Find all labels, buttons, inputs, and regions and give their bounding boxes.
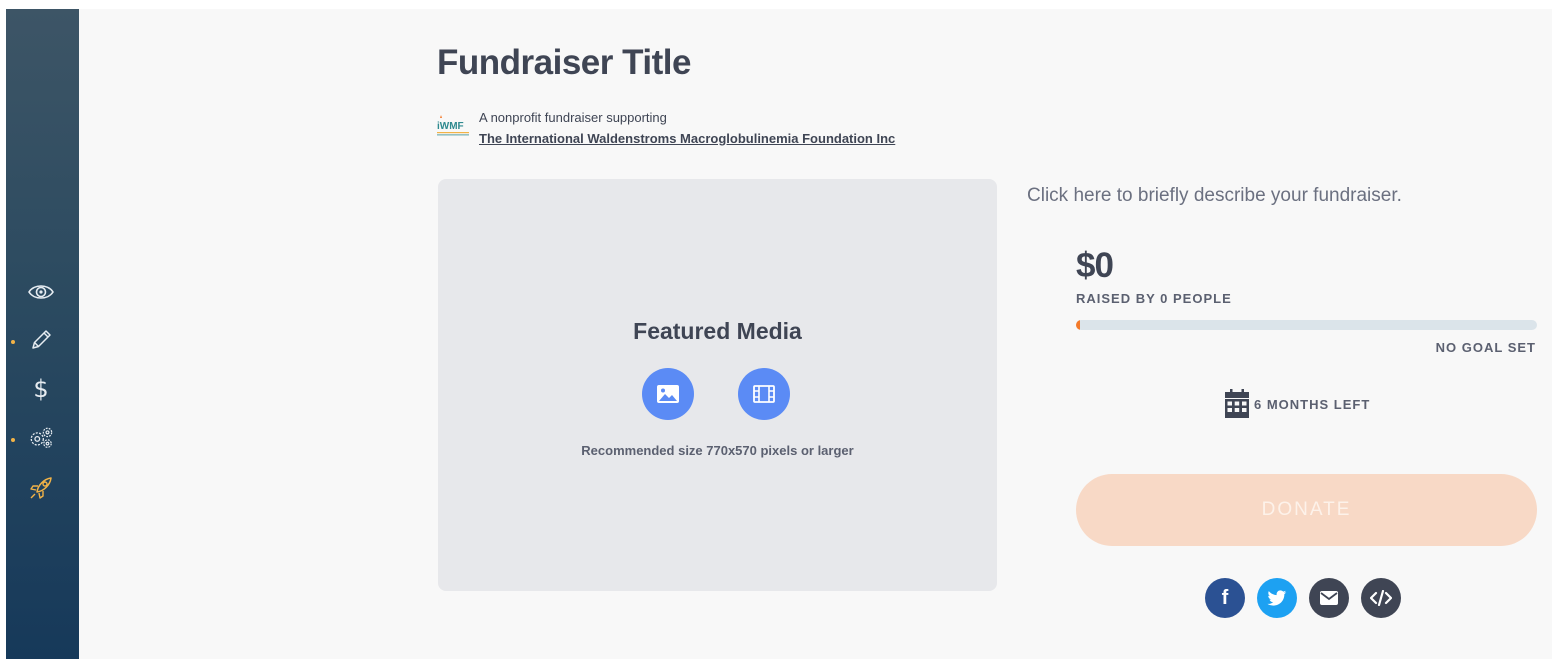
share-email-button[interactable] xyxy=(1309,578,1349,618)
sidebar-item-edit[interactable] xyxy=(28,327,54,353)
svg-text:iWMF: iWMF xyxy=(437,121,464,132)
add-video-button[interactable] xyxy=(738,368,790,420)
donate-button[interactable]: DONATE xyxy=(1076,474,1537,546)
twitter-icon xyxy=(1267,589,1287,606)
goal-status: NO GOAL SET xyxy=(1435,340,1536,355)
org-subtitle: A nonprofit fundraiser supporting xyxy=(479,110,667,125)
sidebar-item-settings-indicator xyxy=(11,438,15,442)
fundraiser-title[interactable]: Fundraiser Title xyxy=(437,43,691,83)
sidebar-item-donations[interactable]: $ xyxy=(28,375,54,403)
film-icon xyxy=(753,385,775,403)
featured-media-area[interactable]: Featured Media Recommended size 770x570 … xyxy=(438,179,997,591)
add-image-button[interactable] xyxy=(642,368,694,420)
media-size-note: Recommended size 770x570 pixels or large… xyxy=(581,443,854,458)
time-left-text: 6 MONTHS LEFT xyxy=(1254,396,1371,412)
gears-icon xyxy=(30,427,53,448)
sidebar-item-preview[interactable] xyxy=(28,279,54,305)
embed-code-icon xyxy=(1370,590,1392,606)
image-icon xyxy=(657,385,679,403)
sidebar: $ xyxy=(6,9,79,659)
share-twitter-button[interactable] xyxy=(1257,578,1297,618)
share-facebook-button[interactable]: f xyxy=(1205,578,1245,618)
progress-bar xyxy=(1076,320,1537,330)
progress-bar-fill xyxy=(1076,320,1080,330)
sidebar-item-edit-indicator xyxy=(11,340,15,344)
share-embed-button[interactable] xyxy=(1361,578,1401,618)
email-icon xyxy=(1320,591,1338,605)
sidebar-item-launch[interactable] xyxy=(28,475,54,501)
org-logo: iWMF xyxy=(437,115,471,137)
pencil-icon xyxy=(32,330,51,349)
raised-amount: $0 xyxy=(1076,246,1114,285)
fundraiser-description[interactable]: Click here to briefly describe your fund… xyxy=(1027,185,1402,207)
eye-icon xyxy=(28,285,54,299)
sidebar-item-settings[interactable] xyxy=(28,425,54,451)
main-content: Fundraiser Title iWMF A nonprofit fundra… xyxy=(79,9,1552,659)
raised-by-count: RAISED BY 0 PEOPLE xyxy=(1076,291,1232,306)
dollar-icon: $ xyxy=(33,375,49,403)
facebook-icon: f xyxy=(1221,586,1229,609)
featured-media-title: Featured Media xyxy=(633,318,802,344)
rocket-icon xyxy=(30,477,52,499)
org-name-link[interactable]: The International Waldenstroms Macroglob… xyxy=(479,131,895,146)
calendar-icon xyxy=(1225,389,1249,418)
time-left: 6 MONTHS LEFT xyxy=(1224,389,1370,419)
